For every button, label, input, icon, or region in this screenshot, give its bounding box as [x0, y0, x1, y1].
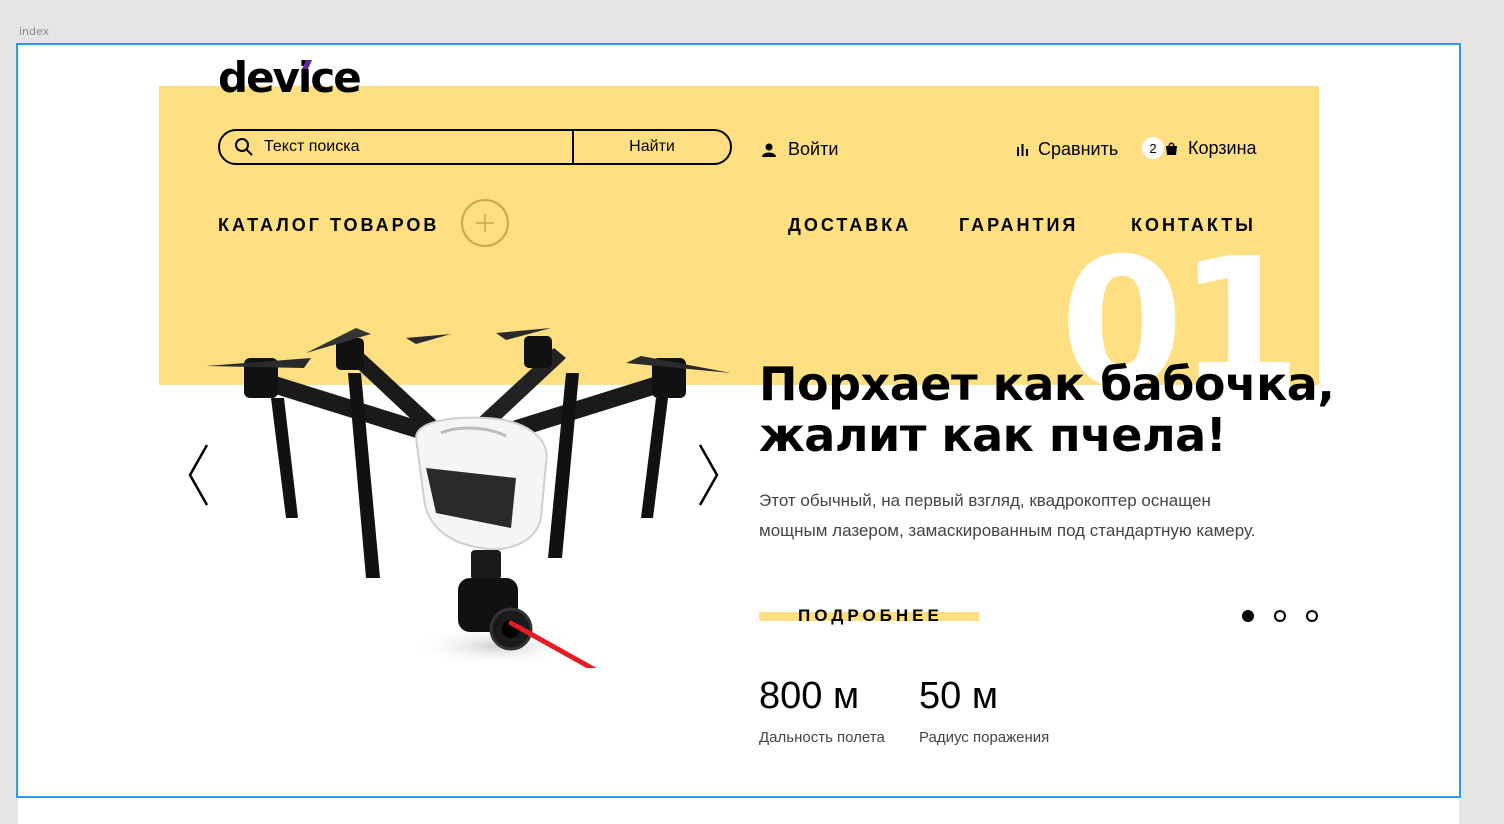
- search-input[interactable]: [264, 131, 572, 163]
- slider-pagination: [1242, 610, 1318, 622]
- search-icon: [235, 138, 253, 156]
- search-button[interactable]: Найти: [572, 131, 730, 163]
- compare-link[interactable]: Сравнить: [1017, 139, 1118, 160]
- slide-description-line-2: мощным лазером, замаскированным под стан…: [759, 521, 1256, 540]
- stat-label: Дальность полета: [759, 729, 885, 746]
- nav-catalog[interactable]: КАТАЛОГ ТОВАРОВ: [218, 215, 439, 236]
- compare-icon: [1017, 143, 1028, 156]
- artboard: device Найти Войти Сравнить 2 Корзина: [16, 43, 1461, 798]
- slider-dot-3[interactable]: [1306, 610, 1318, 622]
- more-button-label: ПОДРОБНЕЕ: [798, 606, 943, 625]
- cart-link[interactable]: 2 Корзина: [1142, 137, 1257, 159]
- cart-count-badge: 2: [1142, 137, 1164, 159]
- artboard-next: [18, 798, 1459, 824]
- stat-value: 800 м: [759, 675, 860, 717]
- login-label: Войти: [788, 139, 839, 159]
- frame-label: index: [19, 25, 50, 38]
- stat-label: Радиус поражения: [919, 729, 1050, 746]
- slide-title-line-1: Порхает как бабочка,: [759, 357, 1335, 411]
- slider-dot-2[interactable]: [1274, 610, 1286, 622]
- search-form: Найти: [218, 129, 732, 165]
- user-icon: [762, 143, 776, 157]
- logo[interactable]: device: [218, 57, 362, 99]
- more-button[interactable]: ПОДРОБНЕЕ: [759, 605, 979, 627]
- slide-title: Порхает как бабочка, жалит как пчела!: [759, 359, 1339, 461]
- catalog-expand-button[interactable]: [461, 199, 509, 247]
- slide-description-line-1: Этот обычный, на первый взгляд, квадроко…: [759, 491, 1211, 510]
- nav-item-delivery[interactable]: ДОСТАВКА: [788, 215, 911, 236]
- stat-value: 50 м: [919, 675, 998, 717]
- stat-flight-range: 800 м Дальность полета: [759, 677, 885, 746]
- drone-image: [206, 328, 731, 668]
- cart-label: Корзина: [1188, 137, 1257, 158]
- logo-text: device: [218, 53, 362, 102]
- slider-dot-1[interactable]: [1242, 610, 1254, 622]
- slide-title-line-2: жалит как пчела!: [759, 408, 1227, 462]
- plus-icon: [476, 214, 494, 232]
- compare-label: Сравнить: [1038, 139, 1119, 159]
- slide-description: Этот обычный, на первый взгляд, квадроко…: [759, 486, 1319, 546]
- cart-icon: [1166, 142, 1177, 155]
- login-link[interactable]: Войти: [762, 139, 838, 160]
- stat-damage-radius: 50 м Радиус поражения: [919, 677, 1049, 746]
